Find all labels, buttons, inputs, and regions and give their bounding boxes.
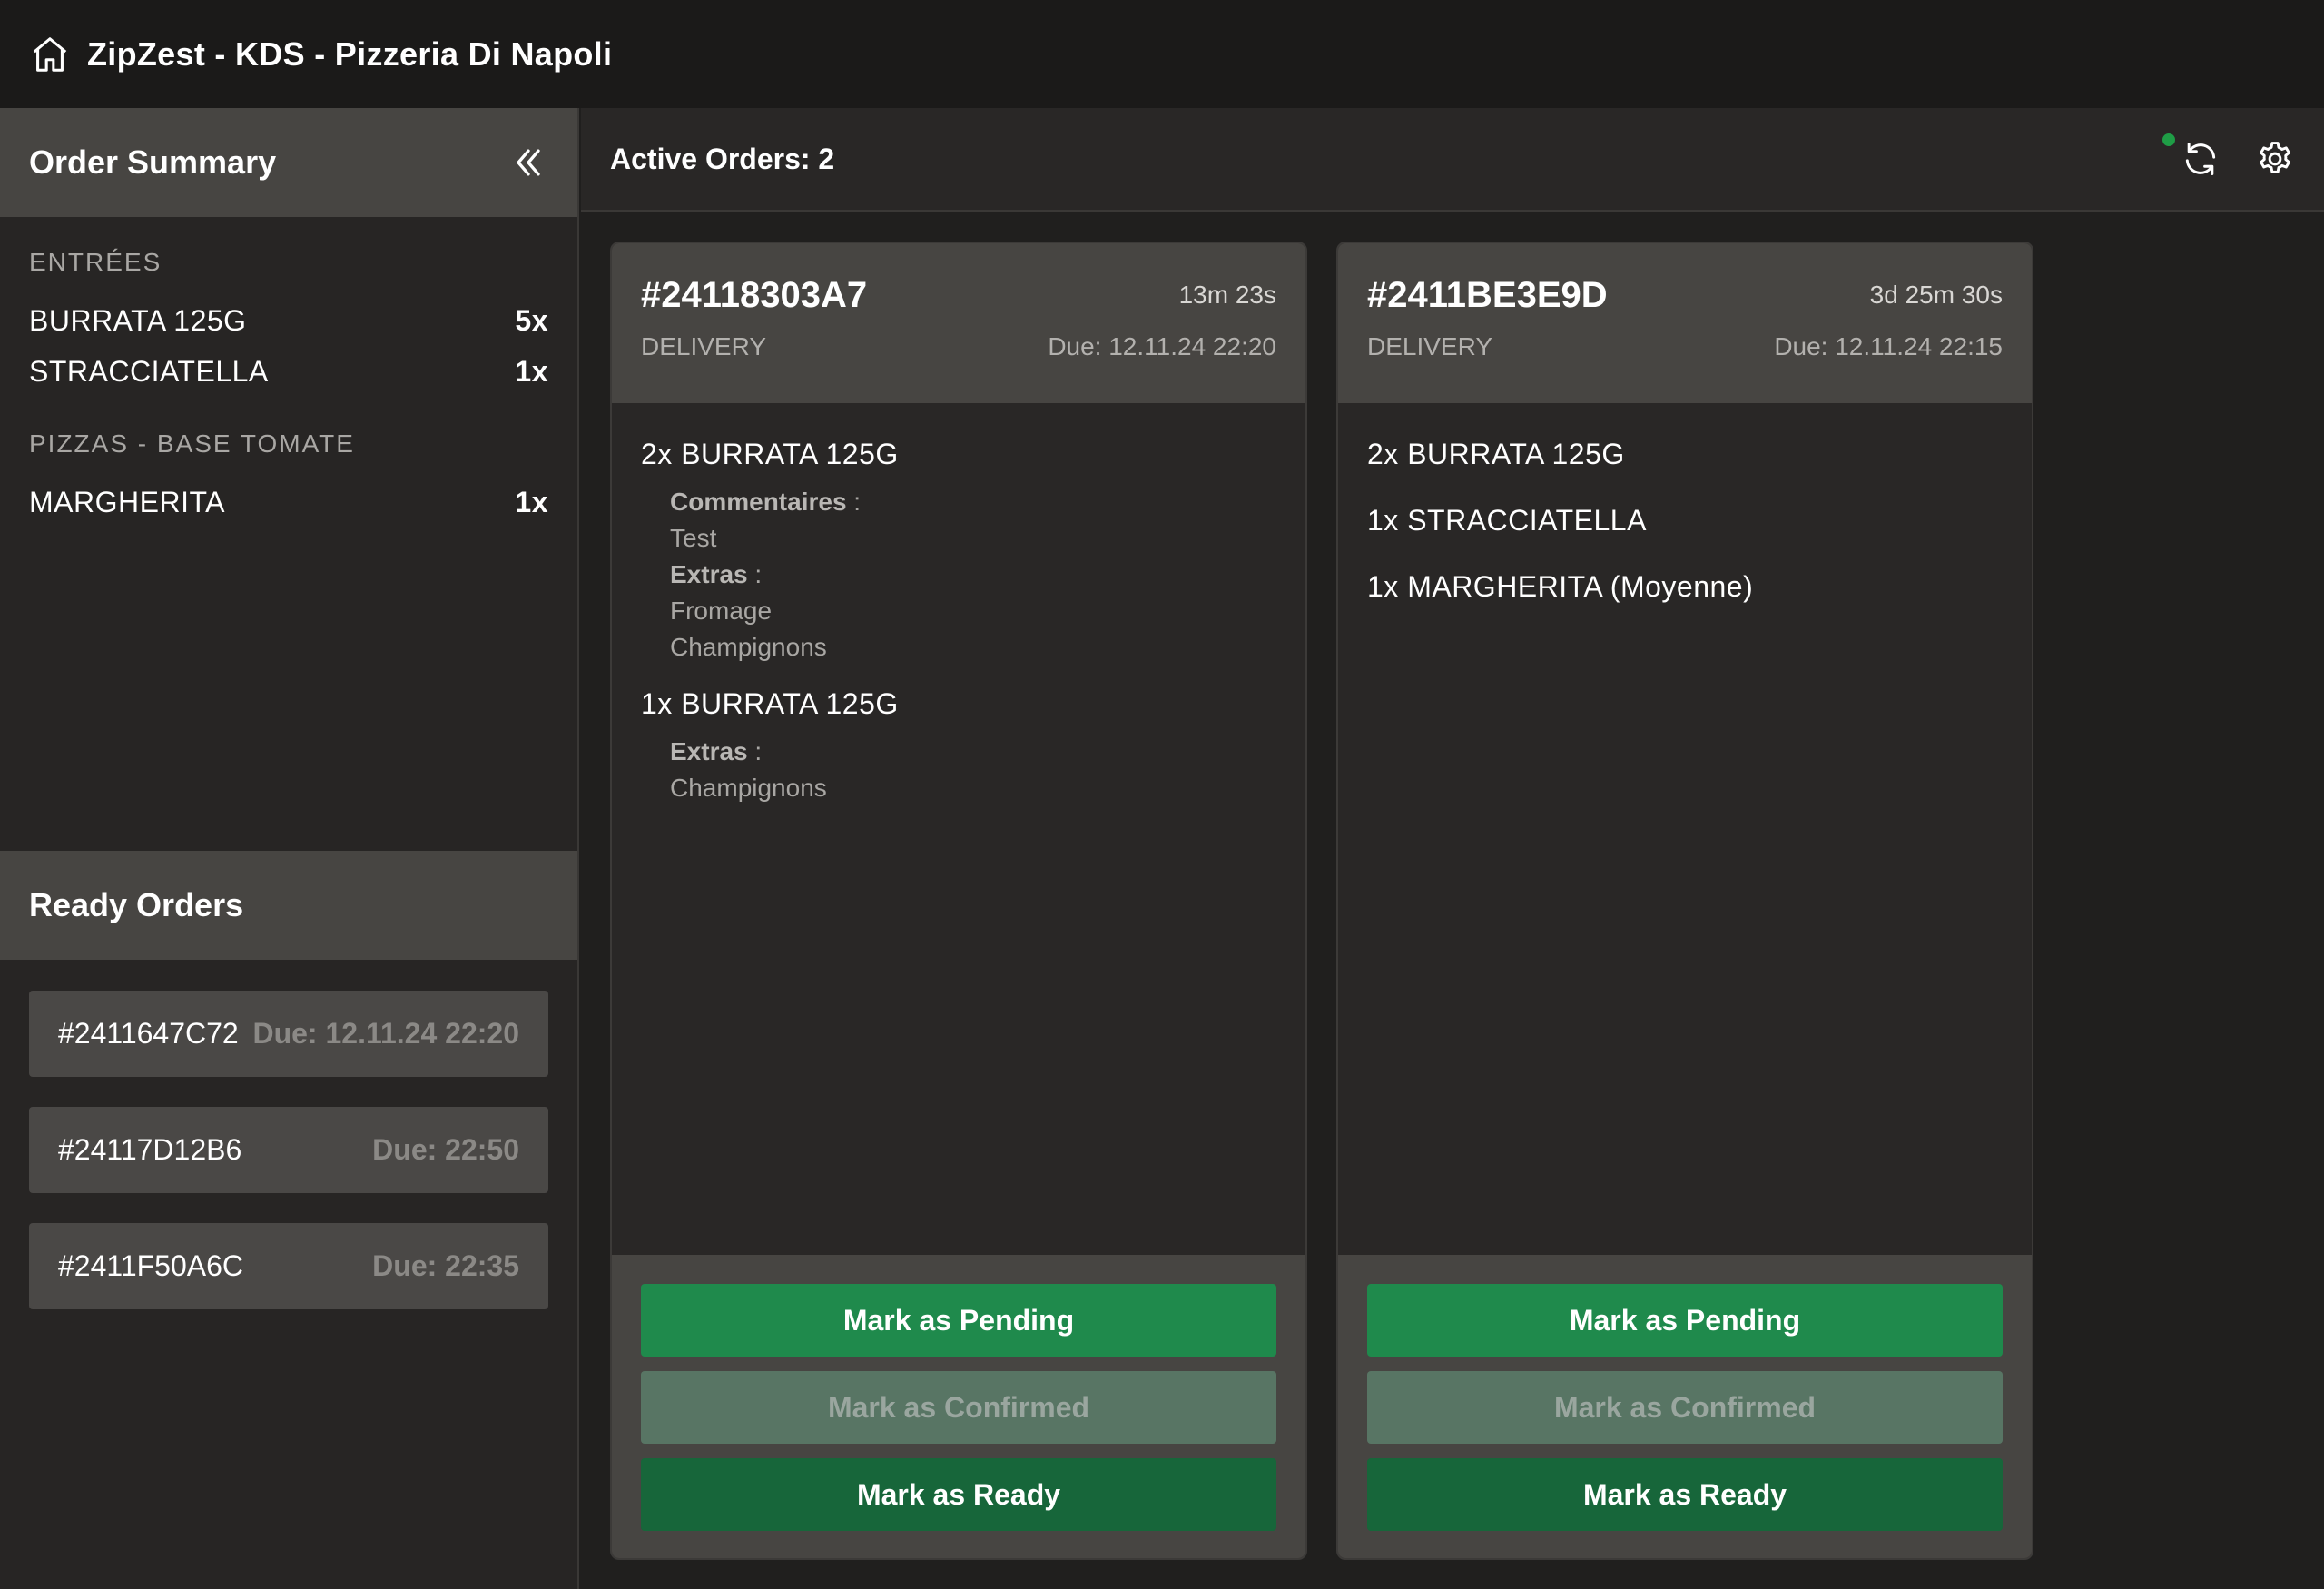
ready-order-due: Due: 22:50 [372,1133,519,1166]
order-item: 2x BURRATA 125G Commentaires : Test Extr… [641,438,1276,666]
order-item: 1x MARGHERITA (Moyenne) [1367,570,2003,604]
app-title: ZipZest - KDS - Pizzeria Di Napoli [87,35,613,73]
comments-label: Commentaires [670,488,847,516]
sidebar: Order Summary ENTRÉES BURRATA 125G 5x ST… [0,108,579,1589]
category-title: ENTRÉES [29,248,162,276]
summary-item: STRACCIATELLA 1x [29,346,548,397]
order-due: Due: 12.11.24 22:15 [1774,332,2003,360]
order-item: 1x STRACCIATELLA [1367,504,2003,538]
order-due: Due: 12.11.24 22:20 [1048,332,1276,360]
order-actions: Mark as Pending Mark as Confirmed Mark a… [612,1255,1305,1558]
mark-pending-button[interactable]: Mark as Pending [1367,1284,2003,1357]
summary-item: BURRATA 125G 5x [29,295,548,346]
connection-status-dot [2162,133,2175,146]
extras-label: Extras [670,737,748,765]
summary-item: MARGHERITA 1x [29,477,548,528]
refresh-icon[interactable] [2181,139,2221,179]
order-item-title: 2x BURRATA 125G [641,438,899,470]
ready-order-item[interactable]: #24117D12B6 Due: 22:50 [29,1107,548,1193]
order-summary-title: Order Summary [29,143,277,181]
order-item-details: Commentaires : Test Extras : Fromage Cha… [641,484,1276,666]
extras-label: Extras [670,560,748,588]
home-icon[interactable] [29,34,71,75]
ready-orders-list: #2411647C72 Due: 12.11.24 22:20 #24117D1… [0,960,577,1309]
order-id: #24118303A7 [641,274,868,315]
order-item-details: Extras : Champignons [641,734,1276,806]
settings-gear-icon[interactable] [2255,139,2295,179]
order-elapsed-time: 3d 25m 30s [1869,281,2003,309]
ready-orders-header: Ready Orders [0,851,577,960]
order-item-title: 2x BURRATA 125G [1367,438,1625,470]
collapse-sidebar-icon[interactable] [508,143,548,183]
ready-order-id: #2411647C72 [58,1017,239,1050]
ready-order-item[interactable]: #2411F50A6C Due: 22:35 [29,1223,548,1309]
order-item: 1x BURRATA 125G Extras : Champignons [641,687,1276,806]
ready-order-due: Due: 12.11.24 22:20 [252,1017,519,1050]
order-elapsed-time: 13m 23s [1178,281,1276,309]
order-item-title: 1x MARGHERITA (Moyenne) [1367,570,1754,603]
order-type: DELIVERY [641,332,766,360]
summary-category: ENTRÉES BURRATA 125G 5x STRACCIATELLA 1x [29,248,548,397]
summary-item-qty: 1x [515,485,548,518]
mark-pending-button[interactable]: Mark as Pending [641,1284,1276,1357]
category-title: PIZZAS - BASE TOMATE [29,429,355,458]
summary-item-name: MARGHERITA [29,485,225,518]
order-item-title: 1x BURRATA 125G [641,687,899,720]
header-actions [2162,133,2295,179]
extra-text: Fromage [670,597,773,625]
extra-text: Champignons [670,774,827,802]
ready-order-id: #24117D12B6 [58,1133,242,1166]
ready-order-id: #2411F50A6C [58,1249,243,1282]
summary-item-name: STRACCIATELLA [29,354,269,388]
main-header: Active Orders: 2 [581,108,2324,212]
order-card-header: #24118303A7 13m 23s DELIVERY Due: 12.11.… [612,243,1305,403]
order-id: #2411BE3E9D [1367,274,1608,315]
summary-item-name: BURRATA 125G [29,303,247,337]
ready-orders-title: Ready Orders [29,886,244,923]
order-summary-header: Order Summary [0,108,577,217]
mark-ready-button[interactable]: Mark as Ready [641,1458,1276,1531]
order-item-title: 1x STRACCIATELLA [1367,504,1647,537]
order-card: #2411BE3E9D 3d 25m 30s DELIVERY Due: 12.… [1336,242,2034,1560]
order-type: DELIVERY [1367,332,1492,360]
order-item: 2x BURRATA 125G [1367,438,2003,471]
extra-text: Champignons [670,633,827,661]
mark-confirmed-button[interactable]: Mark as Confirmed [1367,1371,2003,1444]
active-orders-count: Active Orders: 2 [610,142,835,175]
ready-order-item[interactable]: #2411647C72 Due: 12.11.24 22:20 [29,991,548,1077]
summary-item-qty: 5x [515,303,548,337]
ready-order-due: Due: 22:35 [372,1249,519,1282]
mark-confirmed-button[interactable]: Mark as Confirmed [641,1371,1276,1444]
order-cards: #24118303A7 13m 23s DELIVERY Due: 12.11.… [610,242,2034,1560]
summary-category: PIZZAS - BASE TOMATE MARGHERITA 1x [29,429,548,528]
order-items: 2x BURRATA 125G Commentaires : Test Extr… [612,403,1305,806]
order-actions: Mark as Pending Mark as Confirmed Mark a… [1338,1255,2032,1558]
comment-text: Test [670,524,717,552]
order-summary: ENTRÉES BURRATA 125G 5x STRACCIATELLA 1x… [0,217,577,851]
summary-item-qty: 1x [515,354,548,388]
order-card-header: #2411BE3E9D 3d 25m 30s DELIVERY Due: 12.… [1338,243,2032,403]
mark-ready-button[interactable]: Mark as Ready [1367,1458,2003,1531]
order-items: 2x BURRATA 125G 1x STRACCIATELLA 1x MARG… [1338,403,2032,604]
top-bar: ZipZest - KDS - Pizzeria Di Napoli [0,0,2324,108]
order-card: #24118303A7 13m 23s DELIVERY Due: 12.11.… [610,242,1307,1560]
